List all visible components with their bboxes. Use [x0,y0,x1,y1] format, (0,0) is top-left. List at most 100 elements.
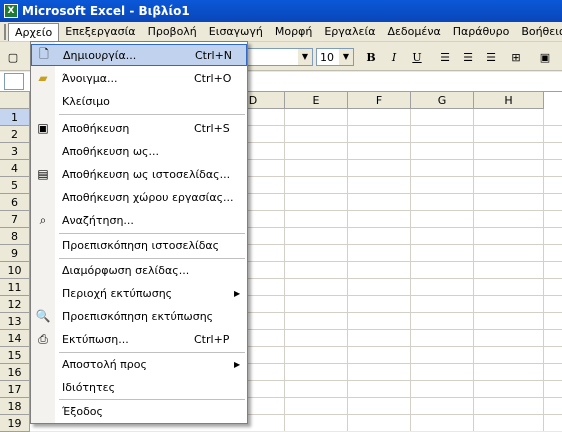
submenu-arrow-icon: ▶ [234,359,241,369]
menu-item-label: Εκτύπωση... [62,332,129,346]
menu-data[interactable]: Δεδομένα [381,23,446,40]
row-header[interactable]: 7 [0,211,30,228]
align-center-icon[interactable]: ☰ [459,48,477,66]
menu-view[interactable]: Προβολή [142,23,203,40]
menu-item-label: Προεπισκόπηση εκτύπωσης [62,309,214,323]
file-menu-dropdown: 🗋 Δημιουργία... Ctrl+N ▰ Άνοιγμα... Ctrl… [30,41,248,424]
printer-icon: ⎙ [38,331,48,346]
workbook-icon[interactable] [4,23,6,40]
menu-tools[interactable]: Εργαλεία [318,23,381,40]
grid-line [473,109,474,431]
row-header[interactable]: 2 [0,126,30,143]
menu-item-label: Αναζήτηση... [62,213,134,227]
align-right-icon[interactable]: ☰ [482,48,500,66]
underline-button[interactable]: U [408,48,426,66]
new-icon[interactable]: ▢ [4,48,22,66]
row-header[interactable]: 10 [0,262,30,279]
menu-item-shortcut: Ctrl+O [194,71,232,85]
name-box[interactable] [4,73,24,90]
menu-item-print[interactable]: ⎙ Εκτύπωση... Ctrl+P [31,328,247,350]
menu-item-shortcut: Ctrl+P [194,332,230,346]
font-size-combo[interactable]: 10 ▼ [316,48,354,66]
menu-item-label: Κλείσιμο [62,94,110,108]
row-header[interactable]: 1 [0,109,30,126]
menu-item-print-preview[interactable]: 🔍 Προεπισκόπηση εκτύπωσης [31,305,247,327]
menu-item-label: Αποθήκευση ως ιστοσελίδας... [62,167,231,181]
font-combo[interactable]: ▼ [245,48,313,66]
row-header[interactable]: 3 [0,143,30,160]
merge-center-icon[interactable]: ⊞ [507,48,525,66]
row-header[interactable]: 8 [0,228,30,245]
menu-item-open[interactable]: ▰ Άνοιγμα... Ctrl+O [31,67,247,89]
print-preview-icon: 🔍 [35,309,51,323]
row-header[interactable]: 5 [0,177,30,194]
grid-line [543,109,544,431]
column-header-g[interactable]: G [411,92,474,109]
menu-item-label: Προεπισκόπηση ιστοσελίδας [62,238,220,252]
row-header[interactable]: 15 [0,347,30,364]
row-header[interactable]: 16 [0,364,30,381]
select-all-corner[interactable] [0,92,30,109]
row-header[interactable]: 17 [0,381,30,398]
menu-item-save[interactable]: ▣ Αποθήκευση Ctrl+S [31,117,247,139]
grid-line [347,109,348,431]
menu-item-label: Περιοχή εκτύπωσης [62,286,173,300]
row-header[interactable]: 19 [0,415,30,432]
search-icon: ⌕ [39,212,47,227]
title-bar: X Microsoft Excel - Βιβλίο1 [0,0,562,22]
menu-item-label: Ιδιότητες [62,380,116,394]
submenu-arrow-icon: ▶ [234,288,241,298]
chevron-down-icon[interactable]: ▼ [298,49,312,65]
italic-button[interactable]: I [385,48,403,66]
menu-item-save-as[interactable]: Αποθήκευση ως... [31,140,247,162]
menu-item-properties[interactable]: Ιδιότητες [31,376,247,398]
menu-window[interactable]: Παράθυρο [447,23,516,40]
save-web-icon: ▤ [37,167,49,181]
row-header[interactable]: 13 [0,313,30,330]
menu-item-shortcut: Ctrl+S [194,121,230,135]
menu-item-page-setup[interactable]: Διαμόρφωση σελίδας... [31,259,247,281]
menu-item-exit[interactable]: Έξοδος [31,400,247,422]
menu-item-label: Αποθήκευση ως... [62,144,159,158]
row-header[interactable]: 18 [0,398,30,415]
row-header[interactable]: 9 [0,245,30,262]
menu-help[interactable]: Βοήθεια [515,23,562,40]
row-header[interactable]: 14 [0,330,30,347]
menu-item-shortcut: Ctrl+N [195,48,233,62]
chevron-down-icon[interactable]: ▼ [339,49,353,65]
menu-item-label: Άνοιγμα... [62,71,118,85]
window-title: Microsoft Excel - Βιβλίο1 [22,4,190,18]
menu-format[interactable]: Μορφή [269,23,318,40]
column-header-h[interactable]: H [474,92,544,109]
menu-edit[interactable]: Επεξεργασία [59,23,141,40]
row-header[interactable]: 11 [0,279,30,296]
bold-button[interactable]: B [362,48,380,66]
menu-insert[interactable]: Εισαγωγή [203,23,269,40]
column-header-f[interactable]: F [348,92,411,109]
menu-item-label: Αποθήκευση [62,121,130,135]
row-header[interactable]: 6 [0,194,30,211]
grid-line [410,109,411,431]
menu-item-save-workspace[interactable]: Αποθήκευση χώρου εργασίας... [31,186,247,208]
menu-file[interactable]: Αρχείο [8,22,60,41]
row-header[interactable]: 4 [0,160,30,177]
align-left-icon[interactable]: ☰ [436,48,454,66]
new-document-icon: 🗋 [39,46,49,61]
save-icon: ▣ [37,121,49,135]
menu-separator [59,114,245,115]
menu-item-print-area[interactable]: Περιοχή εκτύπωσης ▶ [31,282,247,304]
menu-item-label: Αποθήκευση χώρου εργασίας... [62,190,234,204]
menu-item-label: Διαμόρφωση σελίδας... [62,263,190,277]
currency-icon[interactable]: ▣ [536,48,554,66]
row-header[interactable]: 12 [0,296,30,313]
menu-bar: Αρχείο Επεξεργασία Προβολή Εισαγωγή Μορφ… [0,22,562,42]
open-folder-icon: ▰ [38,71,48,85]
menu-item-new[interactable]: 🗋 Δημιουργία... Ctrl+N [31,44,247,66]
menu-item-save-as-webpage[interactable]: ▤ Αποθήκευση ως ιστοσελίδας... [31,163,247,185]
menu-item-send-to[interactable]: Αποστολή προς ▶ [31,353,247,375]
menu-item-webpage-preview[interactable]: Προεπισκόπηση ιστοσελίδας [31,234,247,256]
menu-item-search[interactable]: ⌕ Αναζήτηση... [31,209,247,231]
menu-item-label: Αποστολή προς [62,357,147,371]
menu-item-close[interactable]: Κλείσιμο [31,90,247,112]
column-header-e[interactable]: E [285,92,348,109]
